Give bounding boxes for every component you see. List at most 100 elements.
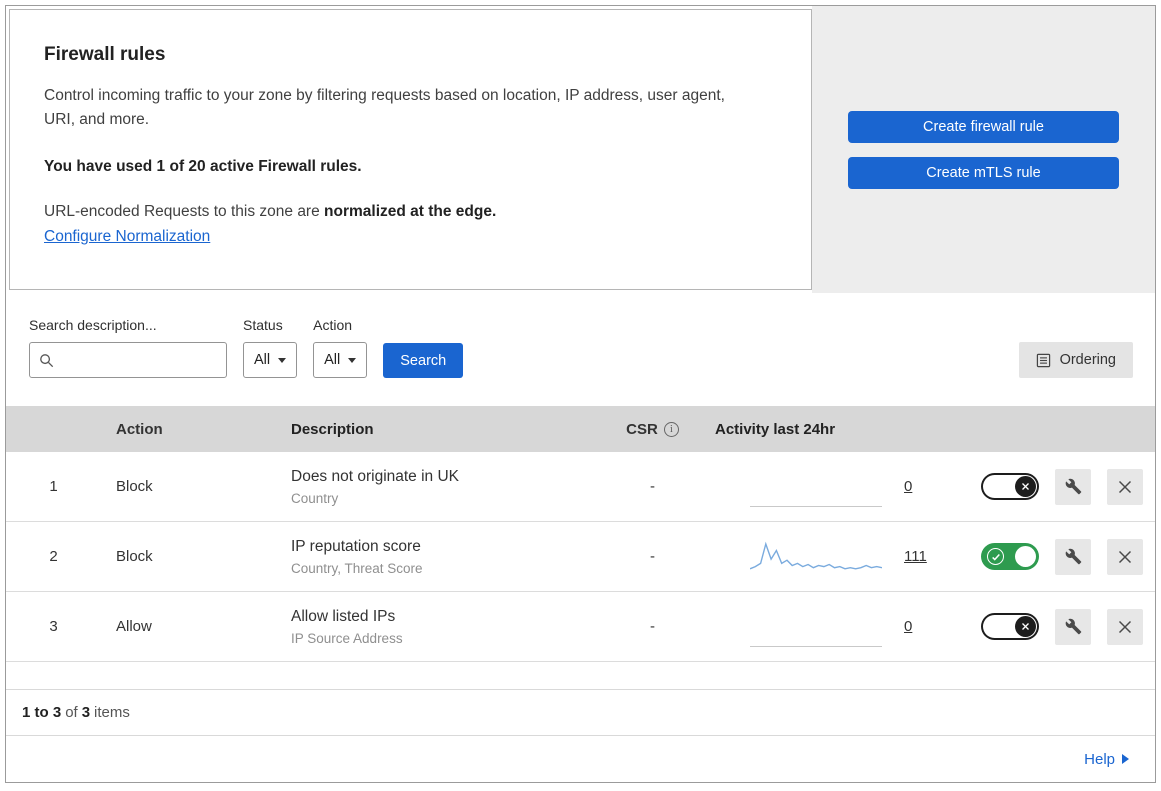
delete-rule-button[interactable]: [1107, 608, 1143, 645]
usage-text: You have used 1 of 20 active Firewall ru…: [44, 158, 362, 176]
items-label: items: [94, 704, 130, 721]
table-row: 1 Block Does not originate in UK Country…: [6, 452, 1155, 522]
header-action: Action: [116, 420, 163, 438]
help-bar: Help: [6, 736, 1155, 782]
rule-enable-toggle[interactable]: [981, 543, 1039, 570]
help-link-label: Help: [1084, 750, 1115, 768]
action-label: Action: [313, 317, 353, 333]
rule-controls: [950, 538, 1155, 575]
rule-priority: 1: [49, 478, 58, 495]
normalization-prefix: URL-encoded Requests to this zone are: [44, 203, 325, 221]
rule-csr-value: -: [650, 548, 655, 565]
header-csr-label: CSR: [626, 420, 658, 438]
search-group: Search description...: [29, 317, 227, 378]
x-icon: [1015, 616, 1036, 637]
firewall-rules-module: Firewall rules Control incoming traffic …: [5, 5, 1156, 783]
page-description: Control incoming traffic to your zone by…: [44, 87, 725, 129]
action-dropdown[interactable]: All: [313, 342, 368, 378]
rule-enable-toggle[interactable]: [981, 473, 1039, 500]
pagination-summary: 1 to 3 of 3 items: [6, 689, 1155, 736]
close-icon: [1118, 550, 1132, 563]
wrench-icon: [1065, 478, 1081, 495]
rule-criteria: Country, Threat Score: [291, 560, 423, 576]
status-label: Status: [243, 317, 283, 333]
wrench-icon: [1065, 548, 1081, 565]
delete-rule-button[interactable]: [1107, 468, 1143, 505]
table-row: 3 Allow Allow listed IPs IP Source Addre…: [6, 592, 1155, 662]
activity-count-link[interactable]: 111: [904, 548, 927, 565]
rule-activity-cell: 111: [700, 539, 950, 575]
close-icon: [1118, 620, 1132, 633]
rule-controls: [950, 608, 1155, 645]
rule-csr-value: -: [650, 478, 655, 495]
rule-description: Allow listed IPs: [291, 607, 396, 625]
x-icon: [1015, 476, 1036, 497]
activity-sparkline: [750, 617, 882, 647]
ordering-button-label: Ordering: [1059, 352, 1116, 368]
rule-description-cell: Allow listed IPs IP Source Address: [276, 608, 605, 646]
ordering-list-icon: [1036, 353, 1051, 368]
search-box: [29, 342, 227, 378]
table-row: 2 Block IP reputation score Country, Thr…: [6, 522, 1155, 592]
top-section: Firewall rules Control incoming traffic …: [6, 6, 1155, 293]
wrench-icon: [1065, 618, 1081, 635]
rule-criteria: IP Source Address: [291, 630, 403, 646]
normalization-text: URL-encoded Requests to this zone are no…: [44, 203, 771, 221]
table-bottom-spacer: [6, 662, 1155, 689]
table-header-row: Action Description CSR i Activity last 24…: [6, 406, 1155, 452]
rule-description-cell: IP reputation score Country, Threat Scor…: [276, 538, 605, 576]
items-total: 3: [81, 704, 91, 721]
activity-sparkline: [750, 539, 882, 575]
rule-priority: 2: [49, 548, 58, 565]
rule-csr-value: -: [650, 618, 655, 635]
status-group: Status All: [243, 317, 298, 378]
rule-priority: 3: [49, 618, 58, 635]
toggle-knob: [1015, 546, 1036, 567]
activity-sparkline: [750, 477, 882, 507]
actions-panel: Create firewall rule Create mTLS rule: [812, 6, 1155, 293]
delete-rule-button[interactable]: [1107, 538, 1143, 575]
create-mtls-rule-button[interactable]: Create mTLS rule: [848, 156, 1119, 189]
rule-activity-cell: 0: [700, 467, 950, 507]
edit-rule-button[interactable]: [1055, 538, 1091, 575]
status-dropdown[interactable]: All: [243, 342, 298, 378]
create-firewall-rule-button[interactable]: Create firewall rule: [848, 110, 1119, 143]
rule-action: Block: [116, 478, 153, 495]
rule-description: IP reputation score: [291, 537, 421, 555]
edit-rule-button[interactable]: [1055, 608, 1091, 645]
action-dropdown-value: All: [324, 352, 341, 368]
rule-action: Block: [116, 548, 153, 565]
check-icon: [987, 548, 1004, 565]
ordering-button[interactable]: Ordering: [1018, 342, 1133, 378]
csr-info-icon[interactable]: i: [663, 421, 679, 437]
close-icon: [1118, 480, 1132, 493]
configure-normalization-link[interactable]: Configure Normalization: [44, 228, 210, 245]
intro-card: Firewall rules Control incoming traffic …: [9, 9, 812, 290]
header-csr: CSR i: [605, 421, 700, 438]
items-range: 1 to 3: [22, 704, 62, 721]
rule-description-cell: Does not originate in UK Country: [276, 468, 605, 506]
rule-criteria: Country: [291, 490, 339, 506]
chevron-down-icon: [278, 357, 287, 363]
page-title: Firewall rules: [44, 44, 166, 65]
activity-count-link[interactable]: 0: [904, 618, 912, 635]
search-button[interactable]: Search: [383, 343, 464, 378]
status-dropdown-value: All: [254, 352, 271, 368]
edit-rule-button[interactable]: [1055, 468, 1091, 505]
header-activity: Activity last 24hr: [715, 420, 836, 438]
arrow-right-icon: [1122, 754, 1129, 764]
items-of-text: of: [65, 704, 78, 721]
help-link[interactable]: Help: [1084, 751, 1129, 768]
filter-bar: Search description... Status All Action …: [6, 293, 1155, 406]
rule-activity-cell: 0: [700, 607, 950, 647]
action-group: Action All: [313, 317, 368, 378]
rule-controls: [950, 468, 1155, 505]
normalization-bold: normalized at the edge.: [324, 203, 497, 221]
search-input[interactable]: [61, 351, 217, 369]
rule-enable-toggle[interactable]: [981, 613, 1039, 640]
header-description: Description: [291, 420, 374, 438]
chevron-down-icon: [348, 357, 357, 363]
search-icon: [39, 353, 54, 368]
search-label: Search description...: [29, 317, 157, 333]
activity-count-link[interactable]: 0: [904, 478, 912, 495]
